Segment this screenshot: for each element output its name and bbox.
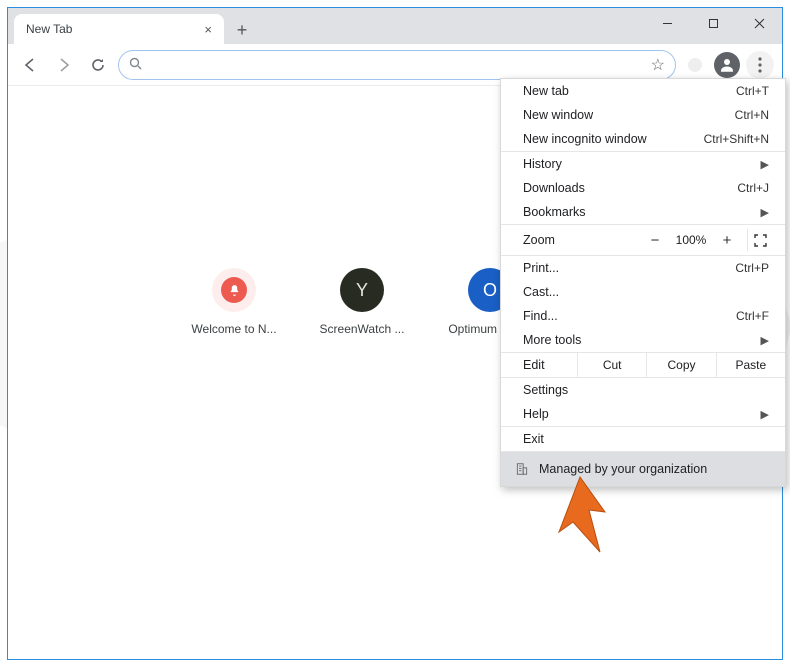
menu-print[interactable]: Print... Ctrl+P xyxy=(501,256,785,280)
shortcut-label: ScreenWatch ... xyxy=(320,322,405,336)
fullscreen-button[interactable] xyxy=(747,229,773,251)
menu-cut[interactable]: Cut xyxy=(577,353,646,377)
close-icon xyxy=(754,18,765,29)
menu-more-tools[interactable]: More tools ▶ xyxy=(501,328,785,352)
tabs-bar: New Tab × + xyxy=(8,8,782,44)
back-icon xyxy=(22,57,38,73)
minimize-icon xyxy=(662,18,673,29)
menu-help[interactable]: Help ▶ xyxy=(501,402,785,426)
menu-settings[interactable]: Settings xyxy=(501,378,785,402)
menu-history[interactable]: History ▶ xyxy=(501,152,785,176)
profile-button[interactable] xyxy=(714,52,740,78)
bell-icon xyxy=(228,284,241,297)
omnibox[interactable]: ☆ xyxy=(118,50,676,80)
person-icon xyxy=(718,56,736,74)
chevron-right-icon: ▶ xyxy=(761,158,769,171)
menu-bookmarks[interactable]: Bookmarks ▶ xyxy=(501,200,785,224)
menu-zoom: Zoom − 100% + xyxy=(501,225,785,255)
menu-cast[interactable]: Cast... xyxy=(501,280,785,304)
menu-downloads[interactable]: Downloads Ctrl+J xyxy=(501,176,785,200)
menu-copy[interactable]: Copy xyxy=(646,353,715,377)
menu-managed[interactable]: Managed by your organization xyxy=(501,452,785,486)
zoom-in-button[interactable]: + xyxy=(713,232,741,249)
zoom-out-button[interactable]: − xyxy=(641,232,669,249)
window-controls xyxy=(644,8,782,38)
reload-icon xyxy=(90,57,106,73)
chrome-menu: New tab Ctrl+T New window Ctrl+N New inc… xyxy=(500,78,786,487)
extension-icon[interactable] xyxy=(688,58,702,72)
new-tab-button[interactable]: + xyxy=(228,16,256,44)
close-tab-icon[interactable]: × xyxy=(204,22,212,37)
omnibox-input[interactable] xyxy=(150,57,643,73)
shortcut-label: Welcome to N... xyxy=(191,322,276,336)
menu-button[interactable] xyxy=(746,51,774,79)
shortcut-welcome[interactable]: Welcome to N... xyxy=(183,268,285,336)
building-icon xyxy=(515,462,529,476)
tab-title: New Tab xyxy=(26,22,72,36)
menu-incognito[interactable]: New incognito window Ctrl+Shift+N xyxy=(501,127,785,151)
minimize-button[interactable] xyxy=(644,8,690,38)
close-button[interactable] xyxy=(736,8,782,38)
maximize-button[interactable] xyxy=(690,8,736,38)
menu-new-tab[interactable]: New tab Ctrl+T xyxy=(501,79,785,103)
tab-newtab[interactable]: New Tab × xyxy=(14,14,224,44)
shortcut-icon-y: Y xyxy=(340,268,384,312)
reload-button[interactable] xyxy=(84,51,112,79)
menu-new-window[interactable]: New window Ctrl+N xyxy=(501,103,785,127)
menu-find[interactable]: Find... Ctrl+F xyxy=(501,304,785,328)
search-icon xyxy=(129,57,142,73)
shortcut-icon-bell xyxy=(212,268,256,312)
menu-paste[interactable]: Paste xyxy=(716,353,785,377)
chevron-right-icon: ▶ xyxy=(761,408,769,421)
back-button[interactable] xyxy=(16,51,44,79)
menu-edit-row: Edit Cut Copy Paste xyxy=(501,353,785,377)
zoom-level: 100% xyxy=(669,233,713,247)
chevron-right-icon: ▶ xyxy=(761,334,769,347)
chevron-right-icon: ▶ xyxy=(761,206,769,219)
forward-icon xyxy=(56,57,72,73)
forward-button[interactable] xyxy=(50,51,78,79)
menu-exit[interactable]: Exit xyxy=(501,427,785,451)
fullscreen-icon xyxy=(754,234,767,247)
bookmark-star-icon[interactable]: ☆ xyxy=(651,55,665,75)
shortcut-screenwatch[interactable]: Y ScreenWatch ... xyxy=(311,268,413,336)
maximize-icon xyxy=(708,18,719,29)
kebab-icon xyxy=(758,57,762,73)
